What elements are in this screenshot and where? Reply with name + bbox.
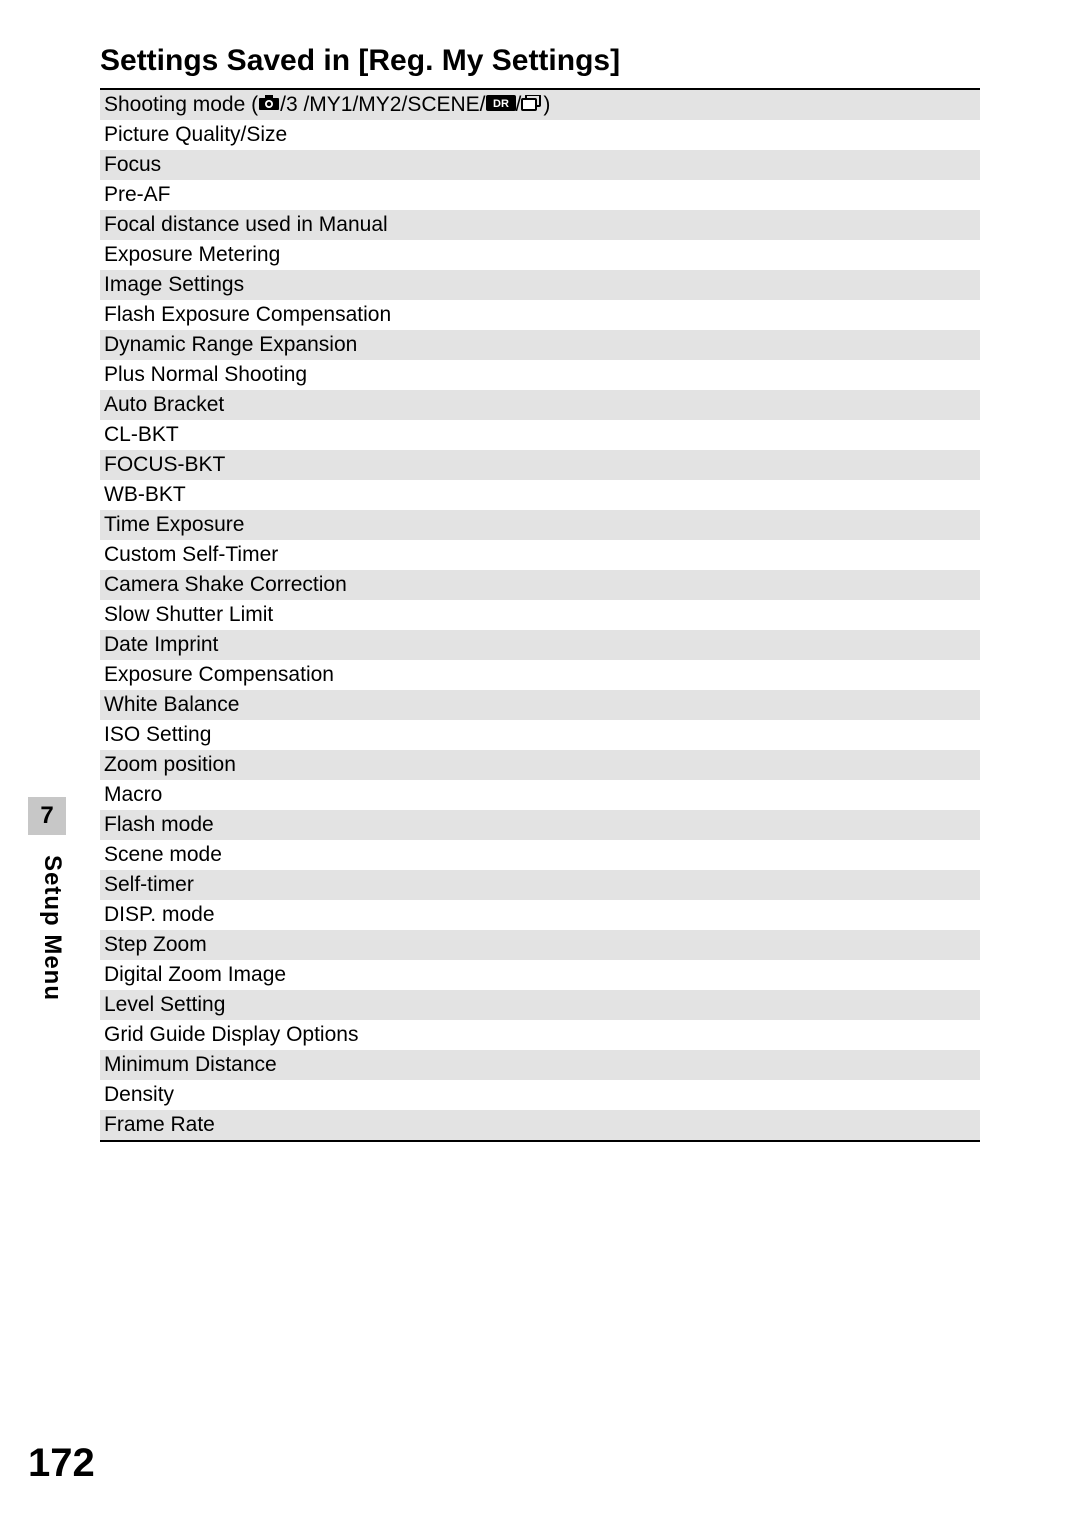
table-row: Date Imprint [100, 630, 980, 660]
table-row: Auto Bracket [100, 390, 980, 420]
table-row: DISP. mode [100, 900, 980, 930]
table-row: Macro [100, 780, 980, 810]
table-row: Flash mode [100, 810, 980, 840]
page-heading: Settings Saved in [Reg. My Settings] [100, 44, 620, 78]
page: Settings Saved in [Reg. My Settings] Sho… [0, 0, 1080, 1526]
continuous-icon [521, 90, 543, 120]
table-row: CL-BKT [100, 420, 980, 450]
svg-text:DR: DR [493, 98, 509, 110]
table-row: Dynamic Range Expansion [100, 330, 980, 360]
table-row: Exposure Metering [100, 240, 980, 270]
table-row: Picture Quality/Size [100, 120, 980, 150]
table-row: Scene mode [100, 840, 980, 870]
table-row: Step Zoom [100, 930, 980, 960]
table-row: Frame Rate [100, 1110, 980, 1140]
table-row: Density [100, 1080, 980, 1110]
table-row: Flash Exposure Compensation [100, 300, 980, 330]
table-row: Slow Shutter Limit [100, 600, 980, 630]
dr-icon: DR [486, 90, 516, 120]
table-row: Self-timer [100, 870, 980, 900]
table-row: Shooting mode (/3 /MY1/MY2/SCENE/DR/) [100, 90, 980, 120]
table-row: Camera Shake Correction [100, 570, 980, 600]
table-row: Grid Guide Display Options [100, 1020, 980, 1050]
table-row: Time Exposure [100, 510, 980, 540]
camera-icon [258, 90, 280, 120]
table-row: FOCUS-BKT [100, 450, 980, 480]
table-row: ISO Setting [100, 720, 980, 750]
table-row: Focus [100, 150, 980, 180]
table-row: Plus Normal Shooting [100, 360, 980, 390]
table-row: Minimum Distance [100, 1050, 980, 1080]
table-row: Zoom position [100, 750, 980, 780]
side-tab: 7 Setup Menu [28, 797, 66, 1001]
table-row: Digital Zoom Image [100, 960, 980, 990]
table-row: Level Setting [100, 990, 980, 1020]
settings-table: Shooting mode (/3 /MY1/MY2/SCENE/DR/)Pic… [100, 88, 980, 1142]
table-row: WB-BKT [100, 480, 980, 510]
table-row: Custom Self-Timer [100, 540, 980, 570]
table-row: White Balance [100, 690, 980, 720]
chapter-number: 7 [28, 797, 66, 835]
page-number: 172 [28, 1441, 95, 1486]
chapter-label: Setup Menu [28, 855, 66, 1001]
table-row: Focal distance used in Manual [100, 210, 980, 240]
table-row: Pre-AF [100, 180, 980, 210]
table-row: Exposure Compensation [100, 660, 980, 690]
table-row: Image Settings [100, 270, 980, 300]
